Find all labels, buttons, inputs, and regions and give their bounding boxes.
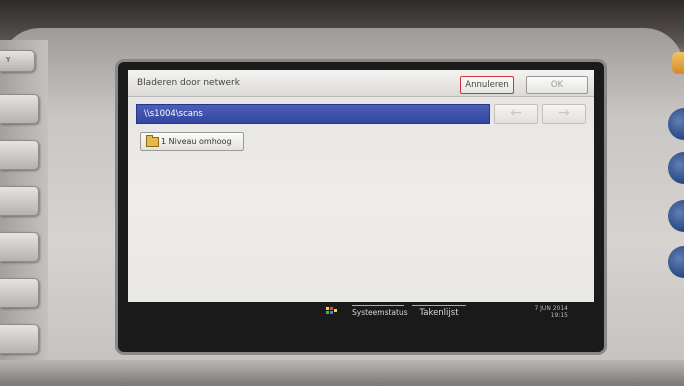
- led-blue: [330, 311, 333, 314]
- function-button-1[interactable]: [0, 94, 39, 124]
- date-text: 7 JUN 2014: [534, 305, 568, 312]
- back-button[interactable]: ←: [494, 104, 538, 124]
- function-button-3[interactable]: [0, 186, 39, 216]
- path-field[interactable]: \\s1004\scans: [136, 104, 490, 124]
- datetime-display: 7 JUN 2014 19:15: [508, 305, 568, 319]
- user-tools-button[interactable]: Y: [0, 50, 35, 72]
- back-arrow-icon: ←: [510, 105, 522, 121]
- right-status-indicator: [672, 52, 684, 74]
- device-bottom-edge: [0, 360, 684, 386]
- folder-up-icon: [146, 135, 159, 147]
- led-red: [330, 307, 333, 310]
- touch-screen: Bladeren door netwerk Annuleren OK \\s10…: [128, 70, 594, 322]
- function-button-5[interactable]: [0, 278, 39, 308]
- status-bar: Systeemstatus Takenlijst 7 JUN 2014 19:1…: [128, 302, 594, 322]
- function-button-2[interactable]: [0, 140, 39, 170]
- cancel-button[interactable]: Annuleren: [460, 76, 514, 94]
- up-one-level-label: 1 Niveau omhoog: [161, 137, 232, 146]
- forward-arrow-icon: →: [558, 105, 570, 121]
- forward-button[interactable]: →: [542, 104, 586, 124]
- job-list-button[interactable]: Takenlijst: [412, 305, 466, 320]
- up-one-level-button[interactable]: 1 Niveau omhoog: [140, 132, 244, 151]
- status-led-icon: [326, 307, 337, 317]
- path-value: \\s1004\scans: [144, 109, 203, 119]
- ok-button[interactable]: OK: [526, 76, 588, 94]
- function-button-6[interactable]: [0, 324, 39, 354]
- led-yellow-2: [334, 309, 337, 312]
- title-bar: Bladeren door netwerk Annuleren OK: [128, 70, 594, 97]
- time-text: 19:15: [550, 312, 568, 319]
- page-title: Bladeren door netwerk: [137, 78, 240, 88]
- led-green: [326, 311, 329, 314]
- system-status-button[interactable]: Systeemstatus: [352, 305, 408, 320]
- function-button-4[interactable]: [0, 232, 39, 262]
- led-yellow: [326, 307, 329, 310]
- user-tools-label: Y: [6, 56, 11, 64]
